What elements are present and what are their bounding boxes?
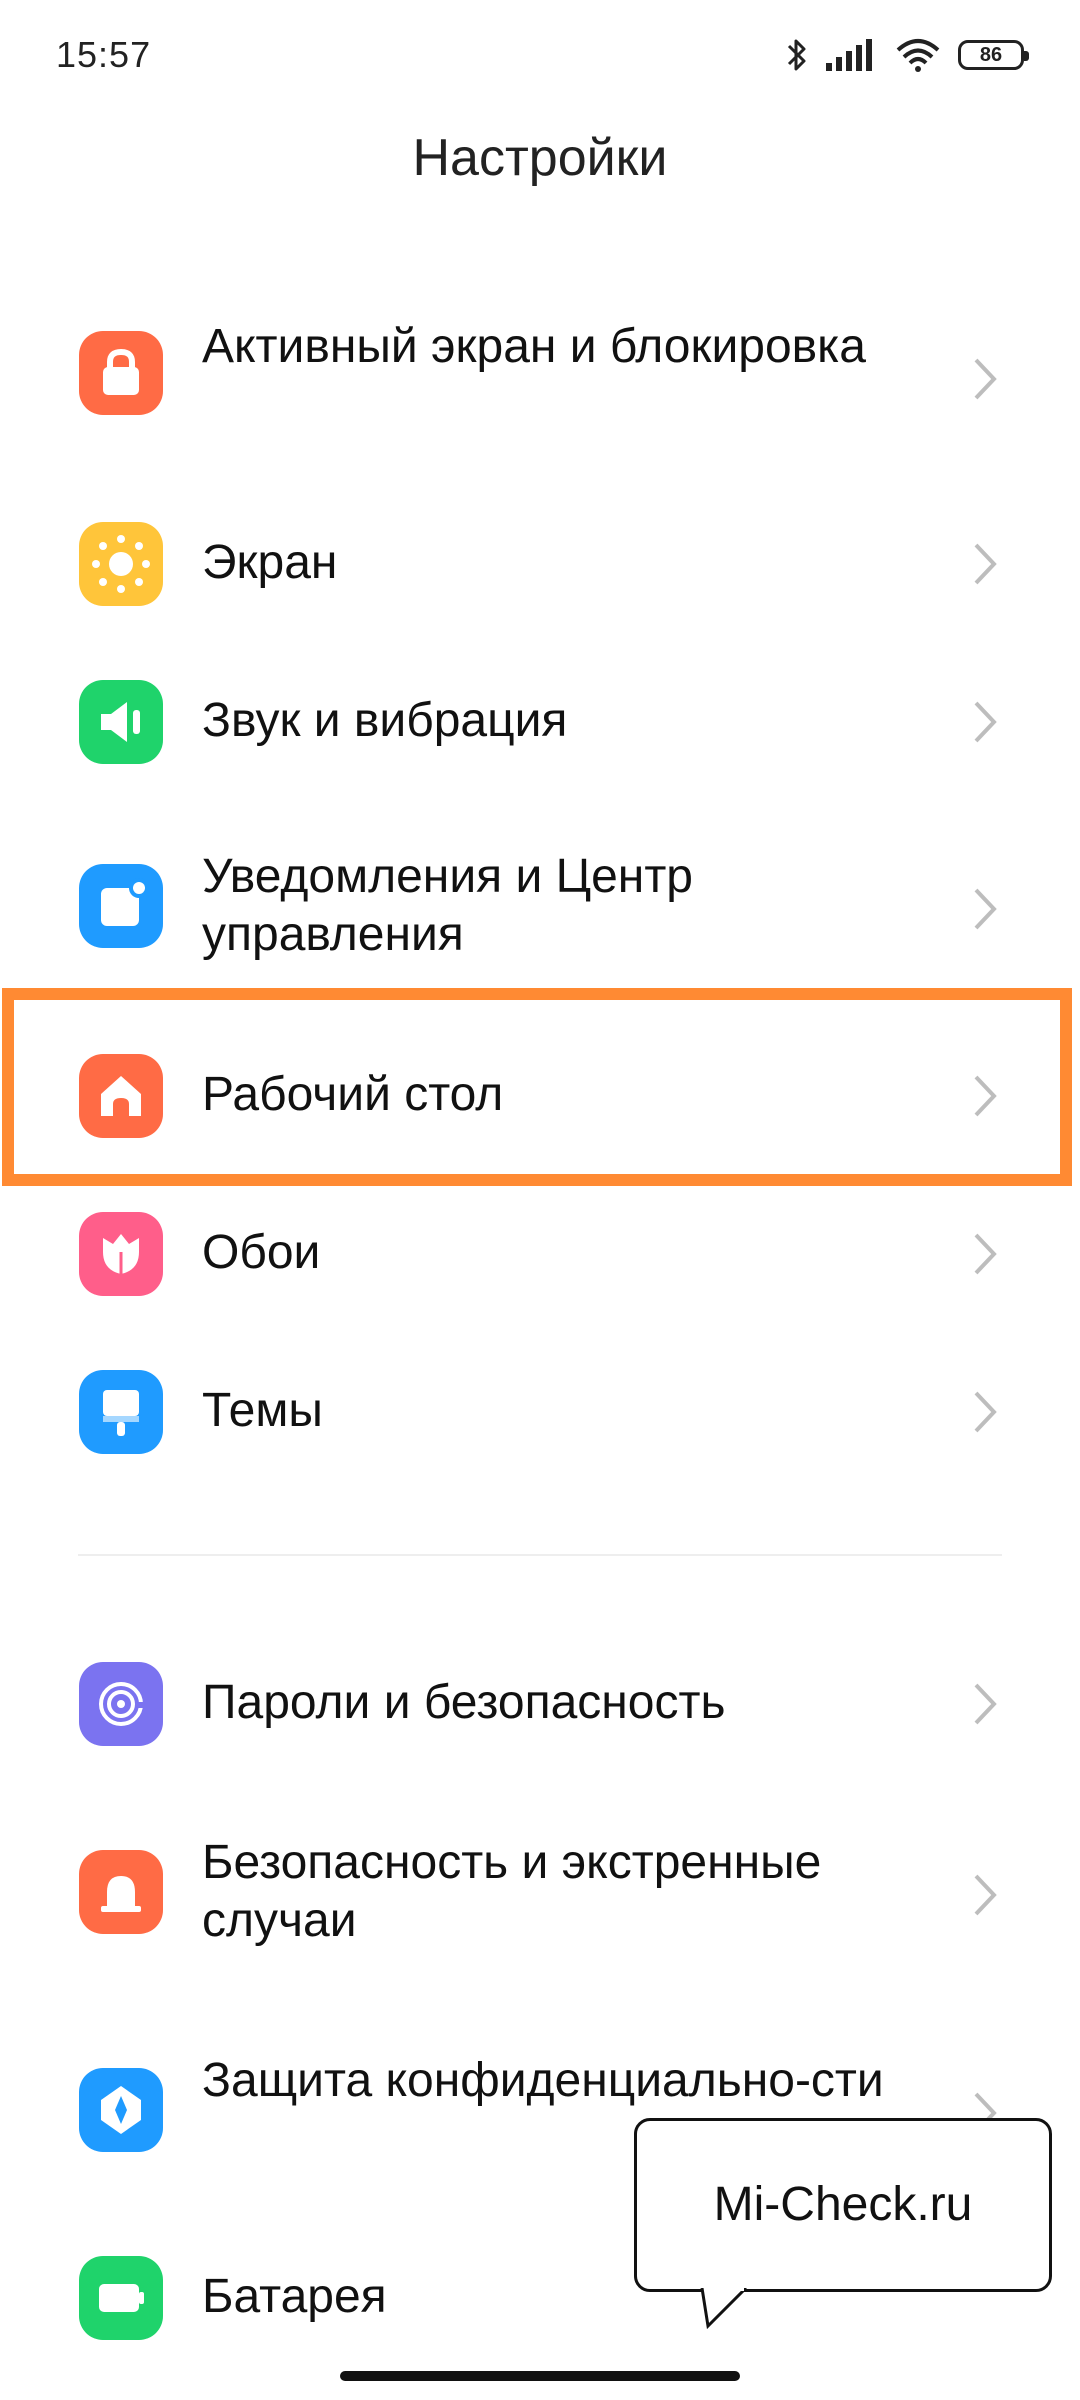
settings-item-themes[interactable]: Темы: [0, 1370, 1080, 1454]
settings-item-label: Звук и вибрация: [202, 694, 568, 747]
status-time: 15:57: [56, 34, 152, 75]
settings-item-label: Пароли и безопасность: [202, 1676, 726, 1729]
chevron-right-icon: [974, 1683, 997, 1725]
watermark-text: Mi-Check.ru: [713, 2178, 973, 2231]
settings-item-label: Уведомления и Центр управления: [202, 850, 693, 961]
settings-item-label: Темы: [202, 1384, 323, 1437]
chevron-right-icon: [974, 543, 997, 585]
chevron-right-icon: [974, 358, 997, 400]
settings-item-label: Экран: [202, 536, 338, 589]
settings-item-label: Обои: [202, 1226, 321, 1279]
battery-icon: [79, 2256, 163, 2340]
lock-icon: [79, 331, 163, 415]
settings-item-label: Активный экран и блокировка: [202, 320, 866, 373]
settings-item-wallpaper[interactable]: Обои: [0, 1212, 1080, 1296]
emergency-icon: [79, 1850, 163, 1934]
privacy-shield-icon: [79, 2068, 163, 2152]
settings-item-notifications[interactable]: Уведомления и Центр управления: [0, 848, 1080, 968]
chevron-right-icon: [974, 1874, 997, 1916]
page-title: Настройки: [412, 129, 668, 187]
status-bar: 15:57 86: [0, 0, 1080, 110]
watermark-tail: [700, 2288, 748, 2330]
chevron-right-icon: [974, 1233, 997, 1275]
chevron-right-icon: [974, 1391, 997, 1433]
brush-icon: [79, 1370, 163, 1454]
sun-icon: [79, 522, 163, 606]
bluetooth-icon: [786, 37, 808, 73]
settings-item-sound[interactable]: Звук и вибрация: [0, 680, 1080, 764]
settings-item-label: Безопасность и экстренные случаи: [202, 1836, 822, 1947]
notification-icon: [79, 864, 163, 948]
highlight-frame: [2, 988, 1072, 1186]
settings-item-display[interactable]: Экран: [0, 522, 1080, 606]
watermark-bubble: Mi-Check.ru: [634, 2118, 1052, 2292]
wifi-icon: [896, 38, 940, 72]
chevron-right-icon: [974, 701, 997, 743]
speaker-icon: [79, 680, 163, 764]
home-indicator[interactable]: [340, 2371, 740, 2381]
chevron-right-icon: [974, 888, 997, 930]
fingerprint-icon: [79, 1662, 163, 1746]
battery-indicator: 86: [958, 40, 1029, 70]
settings-item-lock-screen[interactable]: Активный экран и блокировка: [0, 318, 1080, 438]
signal-icon: [826, 39, 878, 71]
settings-item-label: Защита конфиденциально-сти: [202, 2054, 884, 2107]
settings-item-emergency[interactable]: Безопасность и экстренные случаи: [0, 1834, 1080, 1954]
settings-item-passwords[interactable]: Пароли и безопасность: [0, 1662, 1080, 1746]
section-divider: [78, 1554, 1002, 1556]
battery-level: 86: [979, 43, 1003, 66]
status-icons: 86: [786, 30, 1029, 80]
flower-icon: [79, 1212, 163, 1296]
